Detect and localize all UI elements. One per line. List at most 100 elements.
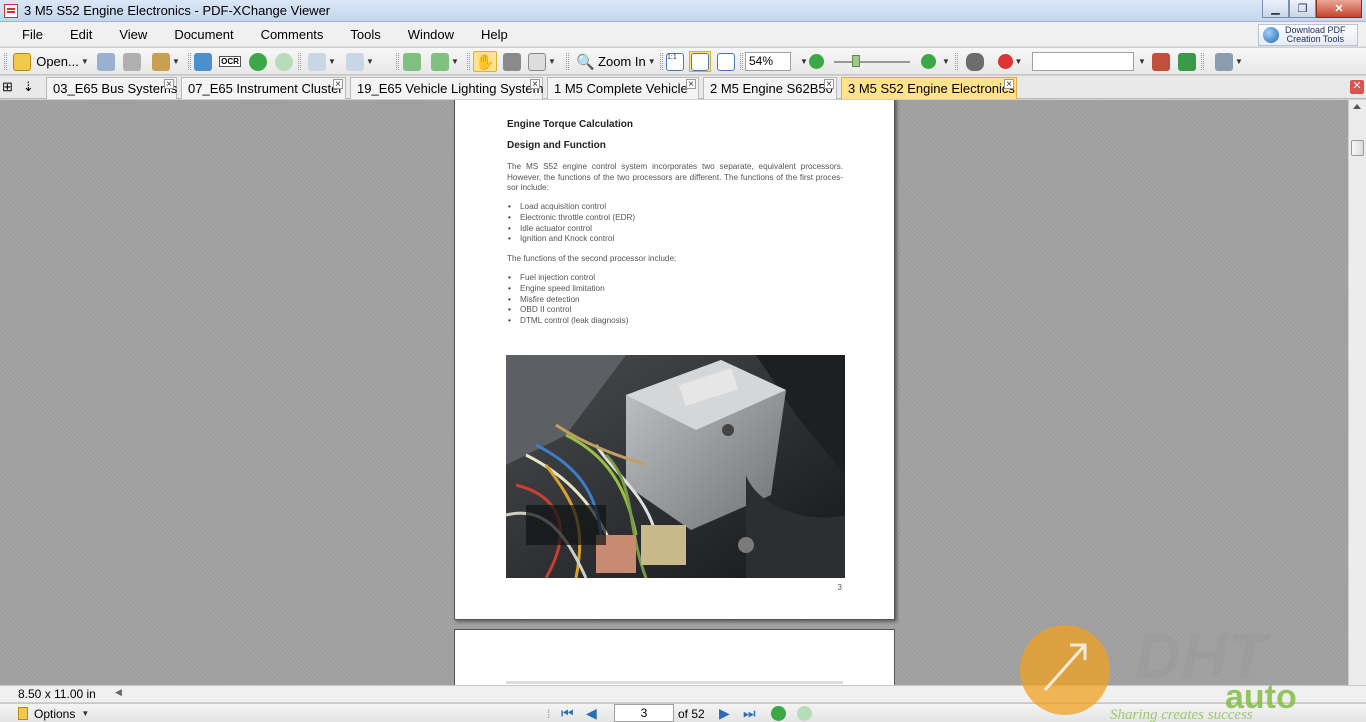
close-tab-icon[interactable]: × [686, 79, 696, 90]
toolbar-grip[interactable] [298, 53, 301, 70]
search-dropdown-arrow[interactable]: ▼ [1136, 51, 1146, 72]
toolbar-grip[interactable] [660, 53, 663, 70]
pages-button[interactable]: ▼ [428, 51, 462, 72]
toolbar-grip[interactable] [1201, 53, 1204, 70]
actual-size-button[interactable]: 1:1 [665, 51, 685, 72]
undo-button[interactable]: ▼ [304, 51, 340, 72]
zoom-slider[interactable] [832, 51, 912, 72]
hand-tool-button[interactable]: ✋ [473, 51, 497, 72]
tab-03-e65-bus-systems[interactable]: 03_E65 Bus Systems × [46, 77, 177, 99]
app-icon [4, 3, 18, 18]
tab-3-m5-s52-engine-electronics[interactable]: 3 M5 S52 Engine Electronics × [841, 77, 1017, 99]
actual-size-icon: 1:1 [666, 52, 684, 71]
nav-forward-button[interactable] [797, 705, 812, 722]
second-processor-list: Fuel injection control Engine speed limi… [507, 273, 628, 327]
close-tab-icon[interactable]: × [530, 79, 540, 90]
close-tab-icon[interactable]: × [333, 79, 343, 90]
search-previous-button[interactable] [1150, 51, 1172, 72]
scrollbar-thumb[interactable] [1351, 140, 1364, 156]
redo-button[interactable]: ▼ [342, 51, 378, 72]
menu-document[interactable]: Document [174, 27, 233, 42]
previous-page-button[interactable]: ◀ [586, 705, 597, 722]
fit-page-button[interactable] [689, 51, 711, 72]
toolbar-grip[interactable] [396, 53, 399, 70]
close-tab-icon[interactable]: × [1004, 79, 1014, 90]
menu-comments[interactable]: Comments [261, 27, 324, 42]
search-next-button[interactable] [1176, 51, 1198, 72]
zoom-in-plus-dropdown[interactable]: ▼ [940, 51, 950, 72]
nav-grip[interactable]: ⁞ [547, 705, 550, 722]
tab-07-e65-instrument-cluster[interactable]: 07_E65 Instrument Cluster × [181, 77, 346, 99]
spell-check-button[interactable]: ▼ [993, 51, 1027, 72]
options-icon [18, 707, 28, 720]
tab-list-icon[interactable]: ⊞ [2, 79, 13, 95]
open-button[interactable]: Open... ▼ [12, 51, 90, 72]
menu-window[interactable]: Window [408, 27, 454, 42]
toolbar-grip[interactable] [4, 53, 7, 70]
tab-2-m5-engine-s62b50[interactable]: 2 M5 Engine S62B50 × [703, 77, 837, 99]
collapse-arrow-icon[interactable]: ◀ [115, 687, 122, 698]
close-document-button[interactable]: ✕ [1350, 80, 1364, 94]
next-page-button[interactable]: ▶ [719, 705, 730, 722]
tools-button[interactable]: ▼ [1206, 51, 1252, 72]
menu-tools[interactable]: Tools [350, 27, 380, 42]
zoom-out-button[interactable] [806, 51, 826, 72]
zoom-in-plus-button[interactable] [918, 51, 938, 72]
tab-label: 03_E65 Bus Systems [53, 81, 178, 96]
close-tab-icon[interactable]: × [164, 79, 174, 90]
download-pdf-tools-button[interactable]: Download PDF Creation Tools [1258, 24, 1358, 46]
toolbar-grip[interactable] [740, 53, 743, 70]
toolbar-grip[interactable] [955, 53, 958, 70]
pages-icon [431, 52, 450, 71]
menu-view[interactable]: View [119, 27, 147, 42]
options-button[interactable]: Options ▼ [18, 705, 89, 722]
forward-button[interactable] [274, 51, 294, 72]
toolbar-grip[interactable] [188, 53, 191, 70]
rotate-button[interactable] [402, 51, 422, 72]
tab-1-m5-complete-vehicle[interactable]: 1 M5 Complete Vehicle × [547, 77, 699, 99]
menu-edit[interactable]: Edit [70, 27, 92, 42]
fit-width-button[interactable] [716, 51, 736, 72]
print-button[interactable] [122, 51, 142, 72]
spell-check-icon [997, 54, 1013, 69]
export-button[interactable] [193, 51, 213, 72]
email-button[interactable]: ▼ [148, 51, 184, 72]
ocr-button[interactable]: OCR [219, 51, 241, 72]
vertical-scrollbar[interactable] [1348, 100, 1366, 685]
next-page-icon: ▶ [719, 705, 730, 721]
back-button[interactable] [248, 51, 268, 72]
page-number-input[interactable]: 3 [614, 704, 674, 722]
first-page-button[interactable]: ⏮ [561, 705, 574, 722]
toolbar-grip[interactable] [467, 53, 470, 70]
zoom-slider-thumb[interactable] [852, 54, 860, 67]
save-button[interactable] [96, 51, 116, 72]
zoom-in-button[interactable]: 🔍 Zoom In ▼ [574, 51, 658, 72]
minimize-button[interactable]: ▁ [1262, 0, 1289, 18]
select-tool-button[interactable]: ▼ [527, 51, 557, 72]
tab-19-e65-vehicle-lighting-system[interactable]: 19_E65 Vehicle Lighting System × [350, 77, 543, 99]
zoom-level-input[interactable]: 54% [745, 52, 791, 71]
restore-button[interactable]: ❐ [1289, 0, 1316, 18]
title-bar: 3 M5 S52 Engine Electronics - PDF-XChang… [0, 0, 1366, 22]
menu-file[interactable]: File [22, 27, 43, 42]
page-size-label: 8.50 x 11.00 in [18, 687, 96, 701]
document-view[interactable]: Engine Torque Calculation Design and Fun… [0, 100, 1348, 685]
toolbar-grip[interactable] [566, 53, 569, 70]
snapshot-button[interactable] [502, 51, 522, 72]
nav-back-button[interactable] [771, 705, 786, 722]
search-input[interactable] [1032, 52, 1134, 71]
globe-icon [1263, 27, 1279, 43]
close-window-button[interactable]: ✕ [1316, 0, 1362, 18]
page-number-label: 3 [837, 583, 842, 592]
scroll-up-icon[interactable] [1353, 104, 1361, 109]
last-page-button[interactable]: ⏭ [743, 705, 756, 722]
find-button[interactable] [963, 51, 987, 72]
list-item: DTML control (leak diagnosis) [507, 316, 628, 327]
rotate-icon [403, 52, 421, 71]
tab-sort-icon[interactable]: ⇣ [23, 79, 34, 95]
close-tab-icon[interactable]: × [824, 79, 834, 90]
engine-control-module-photo [506, 355, 845, 578]
total-pages-label: of 52 [678, 706, 705, 721]
list-item: Idle actuator control [507, 224, 635, 235]
menu-help[interactable]: Help [481, 27, 508, 42]
